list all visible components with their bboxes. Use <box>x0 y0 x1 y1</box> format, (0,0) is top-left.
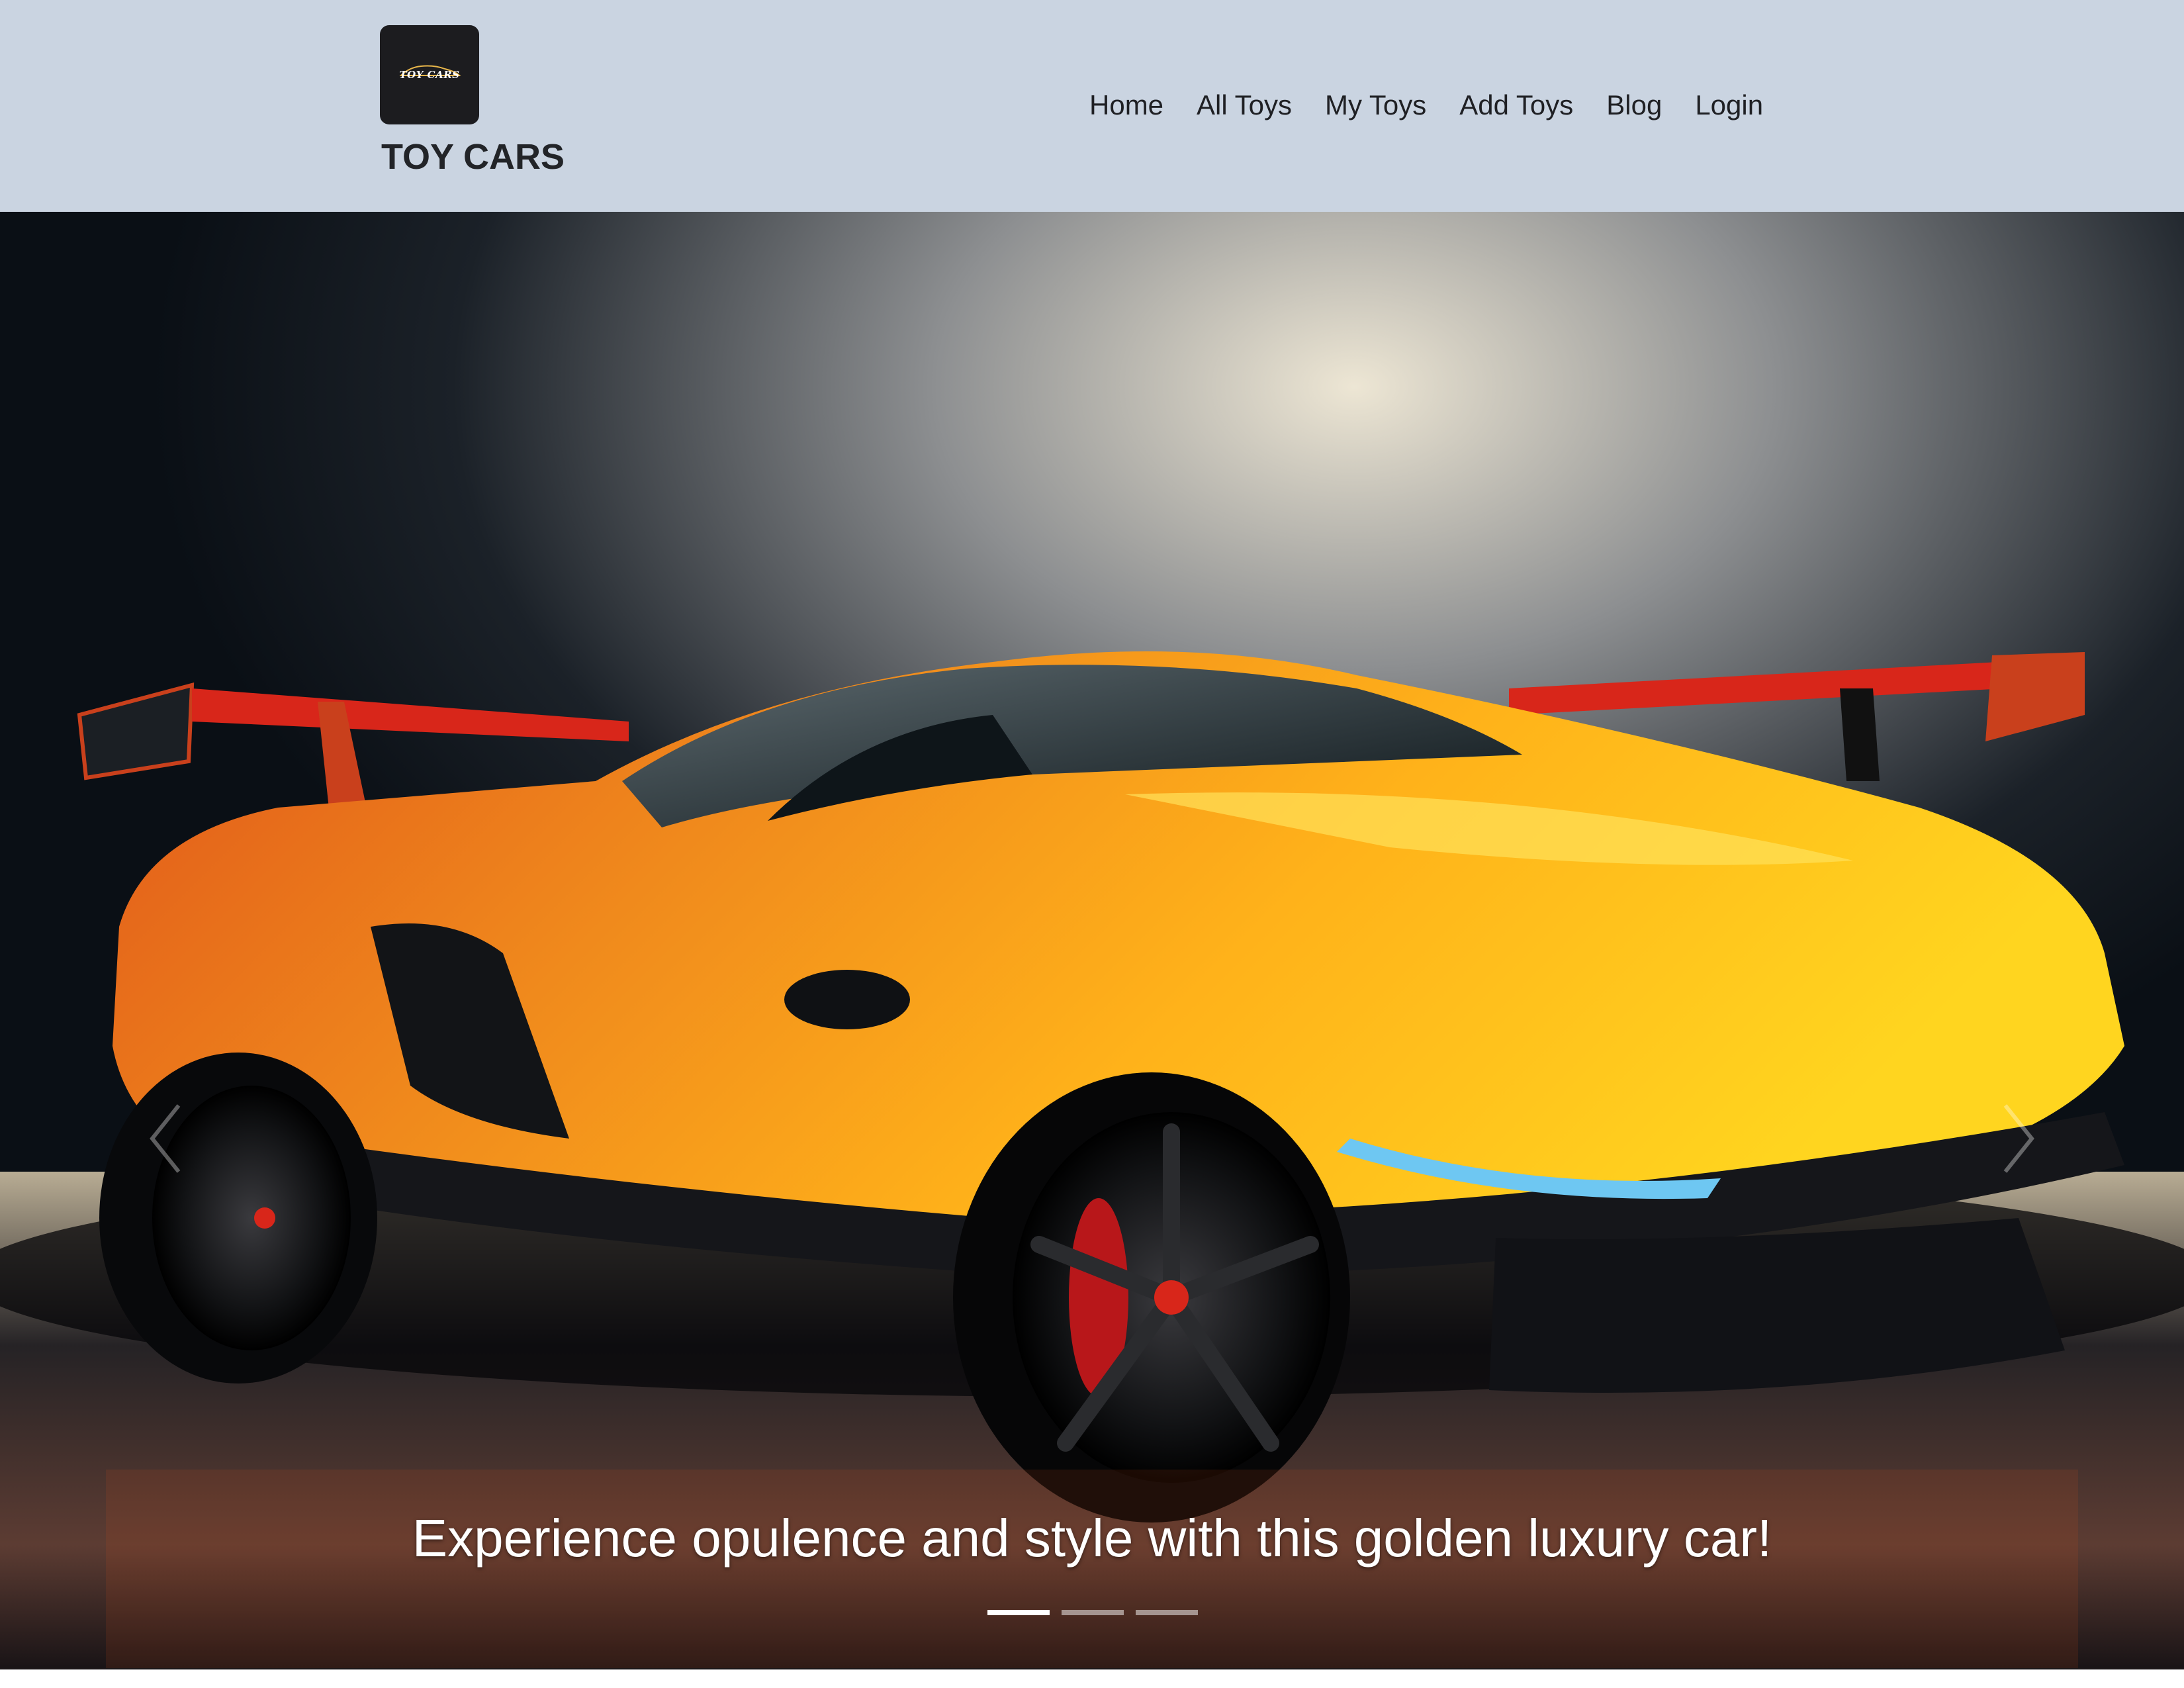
nav-login[interactable]: Login <box>1695 89 1763 121</box>
carousel-next-button[interactable] <box>1992 1099 2045 1178</box>
brand-name[interactable]: TOY CARS <box>381 136 565 177</box>
hero-carousel <box>0 212 2184 1669</box>
nav-all-toys[interactable]: All Toys <box>1197 89 1292 121</box>
navbar: TOY CARS TOY CARS Home All Toys My Toys … <box>0 0 2184 212</box>
carousel-indicators <box>987 1610 1198 1615</box>
brand[interactable]: TOY CARS TOY CARS <box>380 25 592 184</box>
carousel-indicator-1[interactable] <box>987 1610 1050 1615</box>
nav-home[interactable]: Home <box>1089 89 1163 121</box>
car-slide-image <box>0 212 2184 1669</box>
nav-blog[interactable]: Blog <box>1606 89 1662 121</box>
carousel-indicator-2[interactable] <box>1062 1610 1124 1615</box>
carousel-indicator-3[interactable] <box>1136 1610 1198 1615</box>
logo-text: TOY CARS <box>399 69 460 81</box>
chevron-right-icon <box>2003 1104 2034 1173</box>
nav-menu: Home All Toys My Toys Add Toys Blog Logi… <box>1089 89 1763 121</box>
page-bottom <box>0 1669 2184 1688</box>
nav-add-toys[interactable]: Add Toys <box>1459 89 1573 121</box>
carousel-prev-button[interactable] <box>139 1099 192 1178</box>
chevron-left-icon <box>150 1104 181 1173</box>
logo[interactable]: TOY CARS <box>380 25 479 124</box>
nav-my-toys[interactable]: My Toys <box>1325 89 1426 121</box>
carousel-caption: Experience opulence and style with this … <box>412 1509 1772 1568</box>
